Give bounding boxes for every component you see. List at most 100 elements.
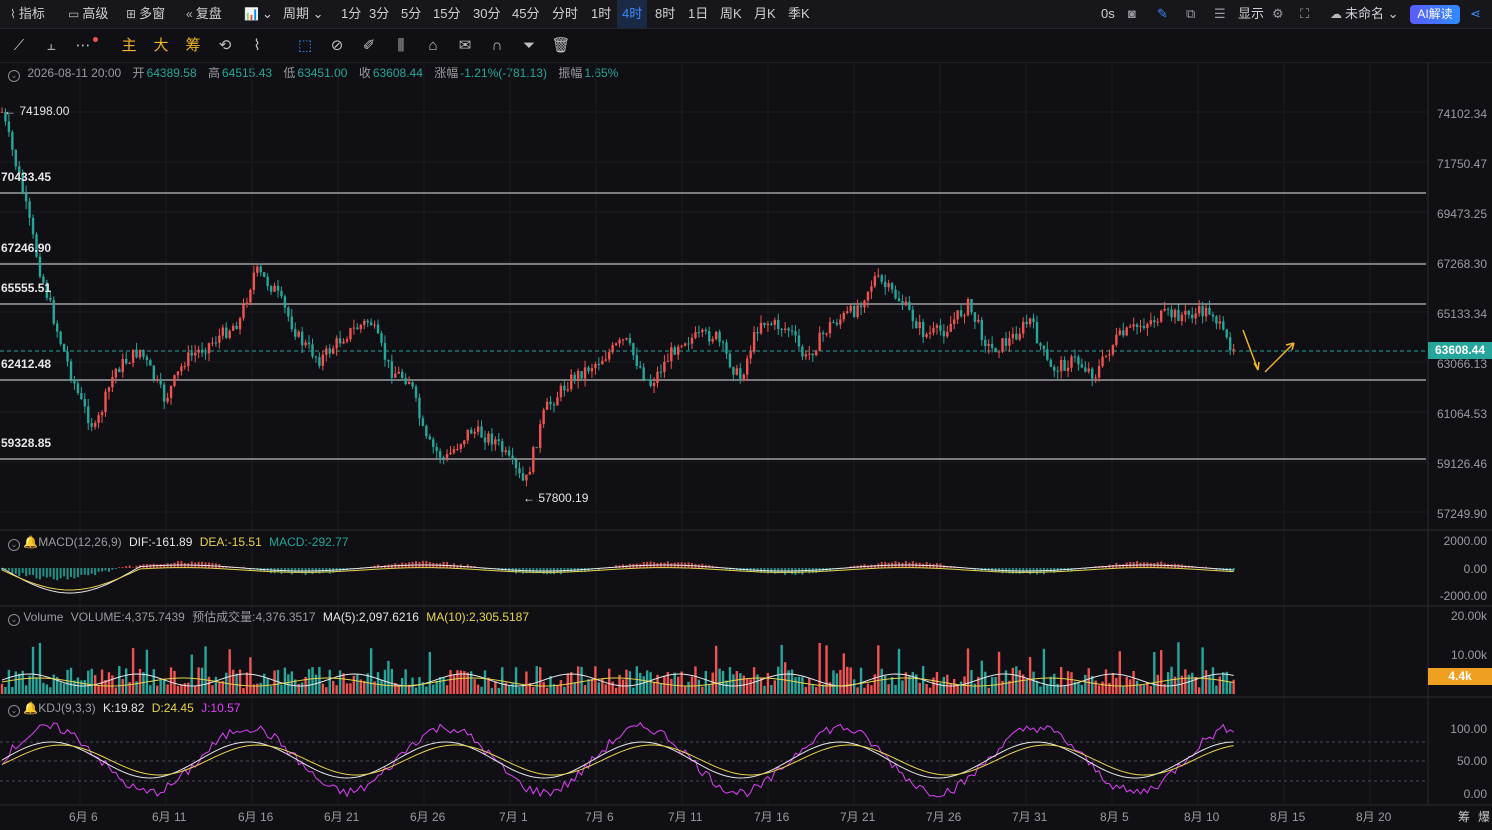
candle-body xyxy=(152,365,155,380)
macd-bar xyxy=(101,568,104,572)
candle-body xyxy=(732,367,735,375)
candle-body xyxy=(218,335,221,343)
macd-bar xyxy=(449,564,452,568)
macd-axis-label: -2000.00 xyxy=(1439,589,1487,603)
candle-body xyxy=(708,330,711,342)
volume-bar xyxy=(325,687,328,694)
candle-body xyxy=(332,348,335,354)
candle-body xyxy=(1108,354,1111,356)
candle-body xyxy=(683,343,687,346)
x-axis-label: 6月 26 xyxy=(410,810,446,824)
candle-body xyxy=(1170,309,1173,318)
volume-bar xyxy=(535,666,538,694)
chip-toggle[interactable]: 筹 xyxy=(1458,808,1470,825)
candle-body xyxy=(321,354,325,366)
volume-bar xyxy=(507,686,511,694)
price-axis-label: 69473.25 xyxy=(1436,207,1487,221)
candle-body xyxy=(849,305,852,312)
volume-bar xyxy=(1191,672,1194,694)
volume-bar xyxy=(749,679,752,694)
candle-body xyxy=(169,385,173,398)
macd-bar xyxy=(28,568,31,575)
collapse-icon[interactable]: ⌄ xyxy=(8,705,20,717)
candle-body xyxy=(580,371,583,379)
candle-body xyxy=(766,323,770,326)
candle-body xyxy=(49,297,52,301)
macd-bar xyxy=(73,568,76,579)
kdj-axis-label: 0.00 xyxy=(1463,787,1487,801)
candle-body xyxy=(656,371,659,383)
candle-body xyxy=(1146,324,1149,329)
macd-bar xyxy=(1122,564,1125,568)
volume-bar xyxy=(435,680,438,694)
volume-bar xyxy=(818,642,821,694)
volume-bar xyxy=(1063,686,1066,694)
candle-body xyxy=(1232,349,1235,351)
candle-body xyxy=(532,447,535,472)
candle-body xyxy=(587,367,590,372)
candle-body xyxy=(125,358,128,364)
candle-body xyxy=(1194,313,1197,319)
candle-body xyxy=(228,330,231,338)
candle-body xyxy=(832,322,835,324)
volume-axis-label: 10.00k xyxy=(1450,648,1487,662)
candle-body xyxy=(1180,314,1184,322)
candle-body xyxy=(801,346,804,357)
collapse-icon[interactable]: ⌄ xyxy=(8,614,20,626)
volume-bar xyxy=(328,669,331,694)
volume-bar xyxy=(670,678,673,694)
volume-bar xyxy=(511,683,514,694)
candle-body xyxy=(418,397,421,419)
volume-bar xyxy=(249,657,252,694)
volume-bar xyxy=(369,648,373,694)
volume-bar xyxy=(452,675,456,694)
candle-body xyxy=(449,452,452,455)
candle-body xyxy=(497,439,500,442)
volume-bar xyxy=(111,675,114,694)
volume-bar xyxy=(397,685,400,694)
candle-body xyxy=(839,319,842,325)
candle-body xyxy=(335,338,338,349)
volume-bar xyxy=(18,673,21,694)
candle-body xyxy=(414,386,418,398)
macd-axis-label: 2000.00 xyxy=(1443,534,1487,548)
level-label: 59328.85 xyxy=(1,436,52,450)
candle-body xyxy=(987,343,990,347)
volume-bar xyxy=(846,666,849,694)
volume-bar xyxy=(1046,684,1049,694)
bell-icon[interactable]: 🔔 xyxy=(23,701,38,715)
volume-bar xyxy=(815,687,818,694)
bell-icon[interactable]: 🔔 xyxy=(23,535,38,549)
macd-bar xyxy=(63,568,66,577)
candle-body xyxy=(566,389,569,391)
volume-bar xyxy=(759,678,763,694)
candle-body xyxy=(621,339,625,341)
volume-bar xyxy=(849,667,852,694)
candle-body xyxy=(135,349,138,358)
volume-bar xyxy=(211,685,214,694)
candle-body xyxy=(300,331,304,346)
volume-bar xyxy=(156,685,159,694)
volume-ma5: MA(5):2,097.6216 xyxy=(322,610,419,624)
candle-body xyxy=(1132,324,1135,327)
collapse-icon[interactable]: ⌄ xyxy=(8,539,20,551)
candle-body xyxy=(511,455,514,460)
x-axis-label: 8月 20 xyxy=(1356,810,1392,824)
candle-body xyxy=(1225,329,1228,338)
candle-body xyxy=(783,328,787,330)
volume-bar xyxy=(766,672,770,694)
candle-body xyxy=(138,349,142,358)
candle-body xyxy=(1073,356,1077,358)
volume-bar xyxy=(7,669,11,694)
candle-body xyxy=(815,350,818,356)
volume-bar xyxy=(532,687,535,694)
candle-body xyxy=(263,272,266,277)
volume-bar xyxy=(1118,651,1121,694)
candle-body xyxy=(131,349,135,363)
liquidation-toggle[interactable]: 爆 xyxy=(1478,808,1490,825)
candle-body xyxy=(187,352,190,366)
volume-bar xyxy=(169,667,173,694)
candle-body xyxy=(1097,365,1101,378)
volume-bar xyxy=(694,666,697,694)
candle-body xyxy=(884,281,887,288)
